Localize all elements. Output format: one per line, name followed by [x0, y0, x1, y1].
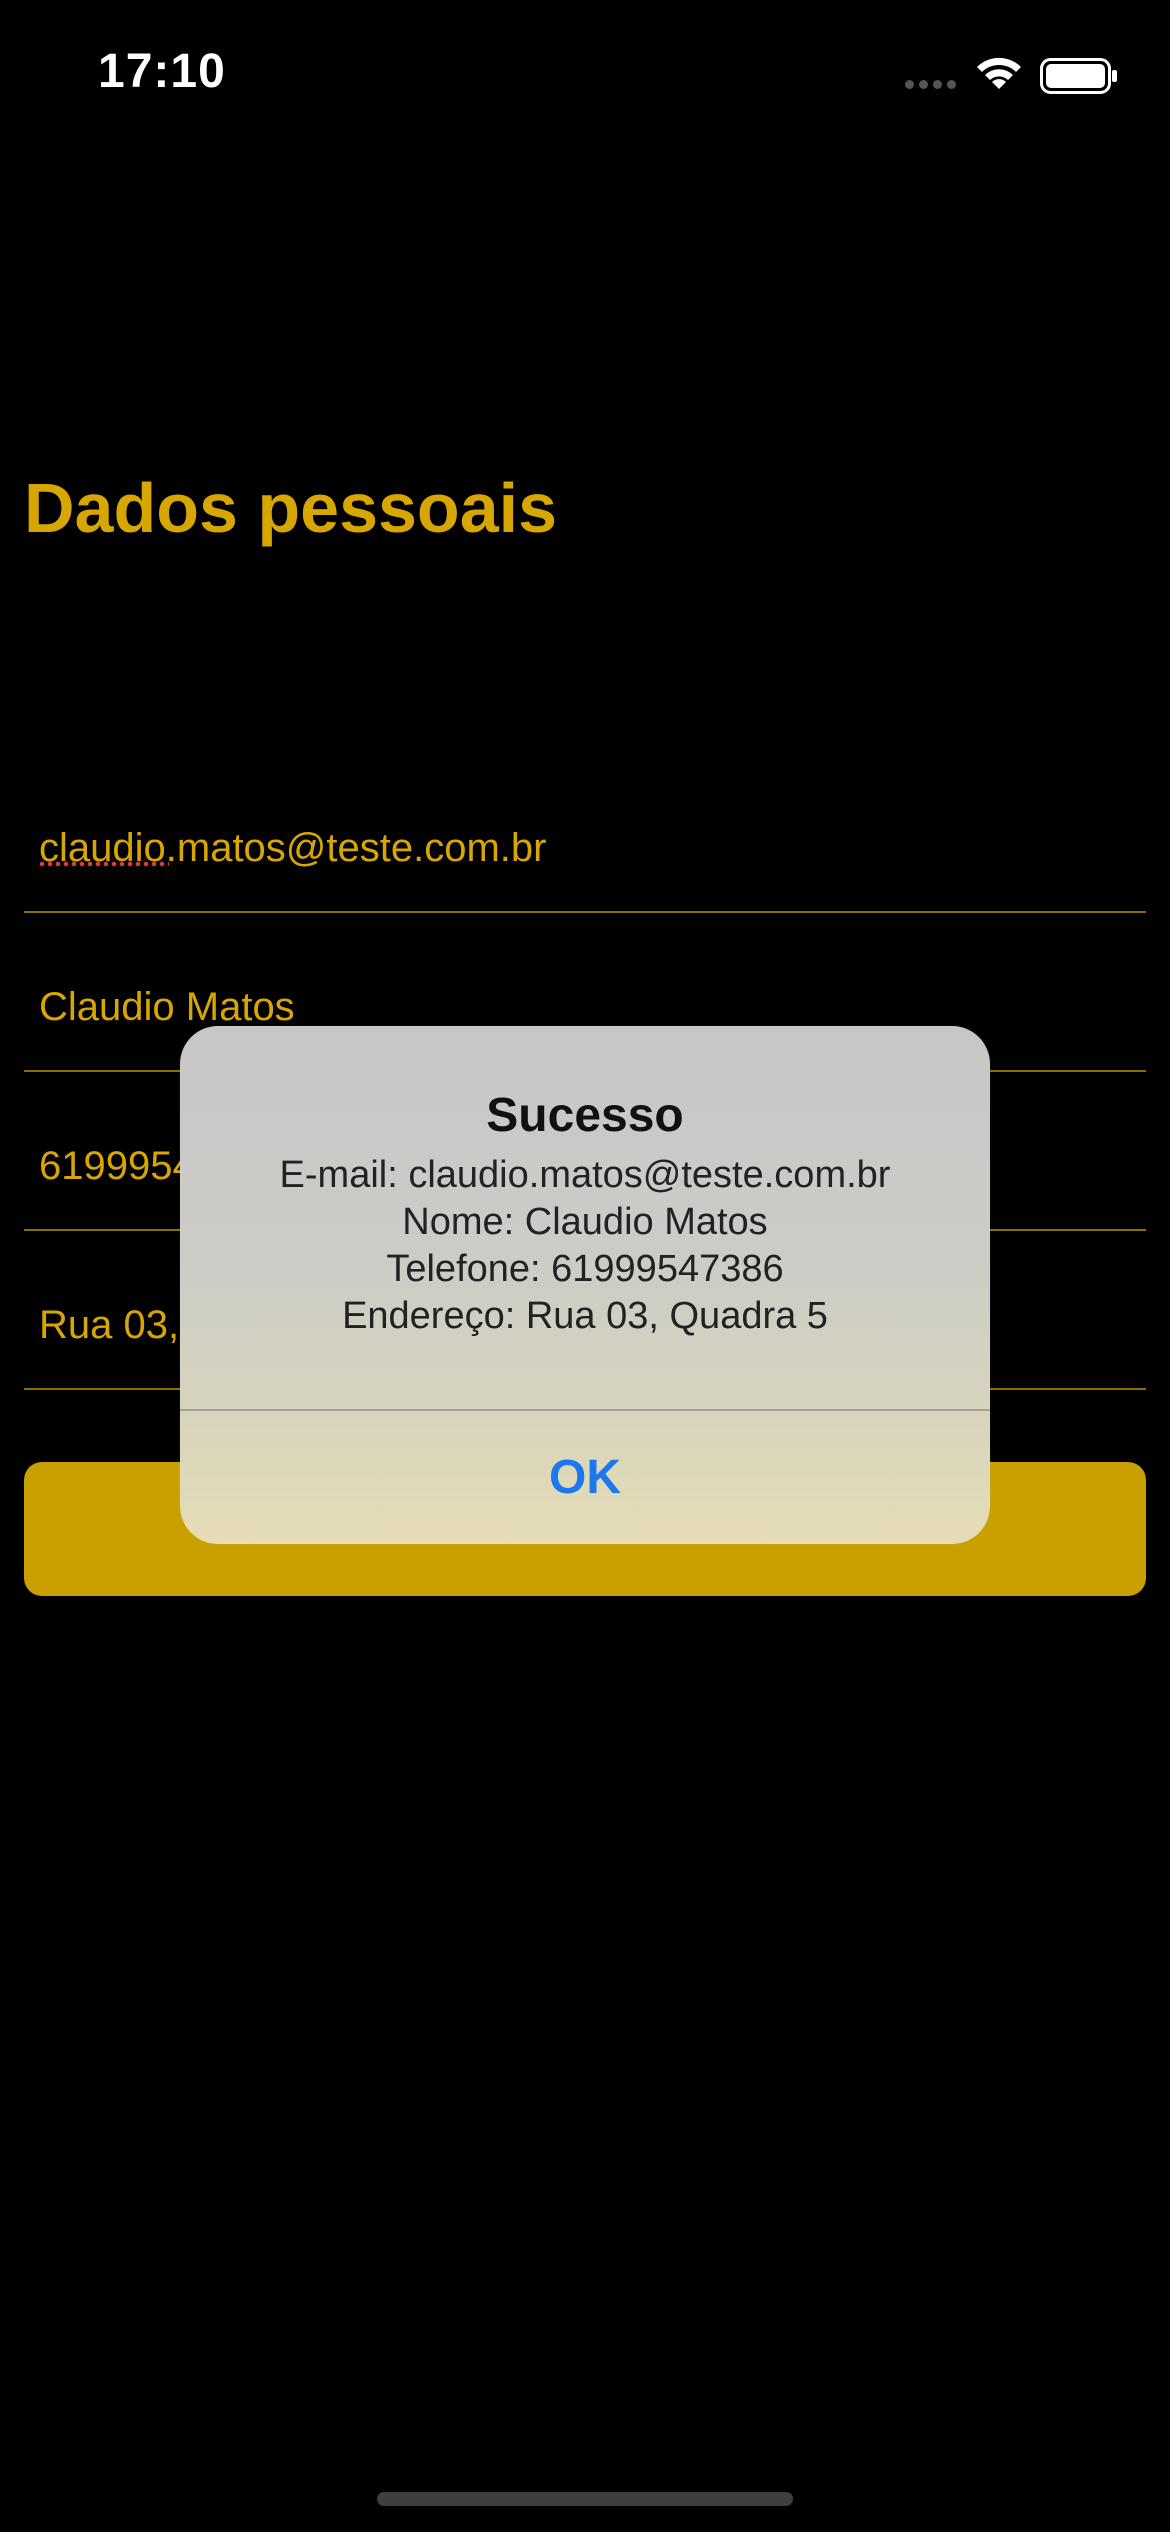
signal-dots-icon — [905, 80, 957, 90]
alert-name-line: Nome: Claudio Matos — [402, 1201, 768, 1243]
battery-icon — [1040, 58, 1117, 94]
alert-message: E-mail: claudio.matos@teste.com.br Nome:… — [180, 1152, 990, 1340]
status-bar: 17:10 — [0, 0, 1170, 150]
email-field[interactable] — [24, 753, 1146, 913]
status-time: 17:10 — [98, 45, 226, 98]
home-indicator[interactable] — [377, 2492, 793, 2506]
page-title: Dados pessoais — [24, 469, 557, 547]
alert-address-line: Endereço: Rua 03, Quadra 5 — [342, 1295, 828, 1337]
alert-email-line: E-mail: claudio.matos@teste.com.br — [279, 1154, 891, 1196]
alert-phone-line: Telefone: 61999547386 — [386, 1248, 784, 1290]
spellcheck-underline — [39, 861, 169, 867]
ok-button[interactable]: OK — [180, 1411, 990, 1544]
alert-body: Sucesso E-mail: claudio.matos@teste.com.… — [180, 1026, 990, 1409]
email-input[interactable] — [39, 826, 1119, 871]
success-alert: Sucesso E-mail: claudio.matos@teste.com.… — [180, 1026, 990, 1544]
wifi-icon — [977, 57, 1021, 89]
alert-title: Sucesso — [486, 1089, 684, 1142]
name-input[interactable] — [39, 985, 1119, 1030]
